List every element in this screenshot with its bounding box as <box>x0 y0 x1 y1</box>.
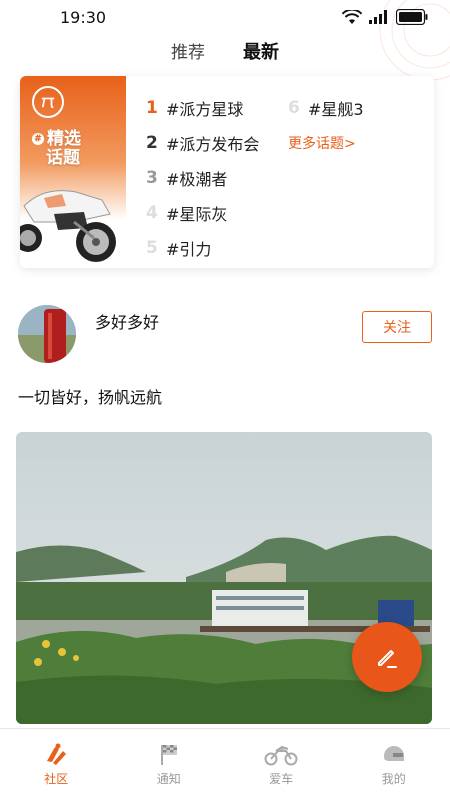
banner-title-line1: 精选 <box>47 129 81 149</box>
topic-rank: 1 <box>146 97 158 118</box>
motorcycle-icon <box>264 745 298 766</box>
flag-icon <box>160 745 177 765</box>
pencil-icon <box>378 650 397 668</box>
topic-list-right: 6 #星舰3 更多话题> <box>288 90 364 160</box>
post-text: 一切皆好，扬帆远航 <box>18 388 163 407</box>
motorcycle-image <box>20 190 116 262</box>
status-icons <box>342 9 428 25</box>
username[interactable]: 多好多好 <box>95 309 159 333</box>
topic-card: # 精选 话题 1 #派方星球 2 #派方发布会 3 #极潮者 4 #星际灰 5… <box>20 76 434 268</box>
topic-label: #星舰3 <box>308 99 364 119</box>
topic-rank: 2 <box>146 132 158 153</box>
top-tabs: 推荐 最新 <box>0 36 450 72</box>
tab-recommend[interactable]: 推荐 <box>171 36 205 72</box>
topic-item[interactable]: 2 #派方发布会 <box>146 125 259 160</box>
status-bar: 19:30 <box>0 0 450 34</box>
more-topics-link[interactable]: 更多话题> <box>288 125 364 160</box>
featured-topics-banner[interactable]: # 精选 话题 <box>20 76 126 268</box>
topic-label: #派方发布会 <box>166 134 260 154</box>
topic-item[interactable]: 4 #星际灰 <box>146 195 259 230</box>
nav-notifications[interactable]: 通知 <box>134 741 204 787</box>
nav-profile[interactable]: 我的 <box>359 741 429 787</box>
more-topics-label: 更多话题> <box>288 135 356 152</box>
nav-label: 通知 <box>156 772 181 786</box>
battery-icon <box>396 9 428 25</box>
create-post-button[interactable] <box>352 622 422 692</box>
topic-item[interactable]: 1 #派方星球 <box>146 90 259 125</box>
topic-list-left: 1 #派方星球 2 #派方发布会 3 #极潮者 4 #星际灰 5 #引力 <box>146 90 259 265</box>
topic-label: #引力 <box>166 239 212 259</box>
topic-label: #派方星球 <box>166 99 244 119</box>
nav-community[interactable]: 社区 <box>21 741 91 787</box>
topic-item[interactable]: 6 #星舰3 <box>288 90 364 125</box>
nav-my-vehicle[interactable]: 爱车 <box>246 741 316 787</box>
topic-label: #星际灰 <box>166 204 228 224</box>
topic-rank: 5 <box>146 237 158 258</box>
post-header: 多好多好 关注 <box>18 305 434 365</box>
topic-rank: 4 <box>146 202 158 223</box>
bottom-nav: 社区 通知 爱车 我的 <box>0 728 450 800</box>
topic-item[interactable]: 5 #引力 <box>146 230 259 265</box>
wifi-icon <box>342 9 362 24</box>
nav-label: 我的 <box>381 772 406 786</box>
status-time: 19:30 <box>60 7 107 27</box>
nav-label: 社区 <box>44 772 69 786</box>
topic-rank: 3 <box>146 167 158 188</box>
hash-badge: # <box>32 133 44 145</box>
nav-label: 爱车 <box>269 772 294 786</box>
brand-logo-icon <box>32 86 64 118</box>
community-icon <box>47 743 67 765</box>
follow-button[interactable]: 关注 <box>362 311 432 343</box>
helmet-icon <box>383 745 404 761</box>
avatar[interactable] <box>18 305 76 363</box>
tab-latest[interactable]: 最新 <box>243 36 279 72</box>
topic-rank: 6 <box>288 97 300 118</box>
signal-icon <box>369 10 387 24</box>
topic-item[interactable]: 3 #极潮者 <box>146 160 259 195</box>
topic-label: #极潮者 <box>166 169 228 189</box>
avatar-image <box>18 305 76 363</box>
